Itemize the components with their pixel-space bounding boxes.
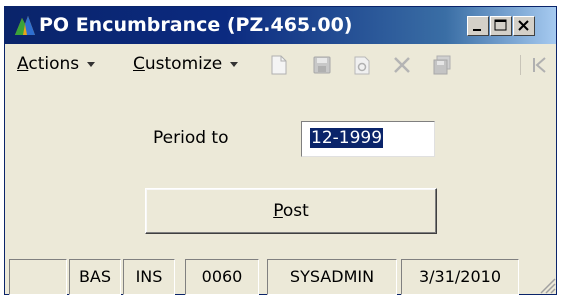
save-icon[interactable] xyxy=(312,54,332,76)
status-field-bas: BAS xyxy=(69,259,121,295)
customize-menu-mnemonic: C xyxy=(133,54,145,74)
status-field-ins: INS xyxy=(123,259,175,295)
customize-menu[interactable]: Customize xyxy=(133,53,239,75)
maximize-button[interactable] xyxy=(490,16,512,36)
toolbar-divider xyxy=(520,55,521,75)
actions-menu-label: ctions xyxy=(28,54,80,74)
period-to-input[interactable]: 12-1999 xyxy=(301,121,435,157)
actions-menu-mnemonic: A xyxy=(17,54,29,74)
post-button-mnemonic: P xyxy=(273,201,283,221)
status-field-date: 3/31/2010 xyxy=(401,259,519,295)
app-logo-icon xyxy=(15,16,35,35)
status-field-empty xyxy=(9,259,67,295)
maximize-icon xyxy=(494,19,507,31)
post-button[interactable]: Post xyxy=(145,188,437,234)
period-to-value: 12-1999 xyxy=(310,128,384,148)
close-icon xyxy=(518,20,529,31)
status-field-user: SYSADMIN xyxy=(267,259,397,295)
po-encumbrance-window: PO Encumbrance (PZ.465.00) Actions Custo… xyxy=(4,6,557,295)
toolbar: Actions Customize xyxy=(5,45,556,83)
save-all-icon[interactable] xyxy=(432,54,452,76)
close-button[interactable] xyxy=(513,16,535,36)
chevron-down-icon xyxy=(230,61,239,67)
period-to-label: Period to xyxy=(153,128,229,148)
post-button-label: ost xyxy=(282,201,309,221)
delete-icon[interactable] xyxy=(392,54,412,76)
resize-grip-icon[interactable] xyxy=(537,275,557,295)
title-bar[interactable]: PO Encumbrance (PZ.465.00) xyxy=(5,7,556,44)
actions-menu[interactable]: Actions xyxy=(17,53,96,75)
minimize-icon xyxy=(473,29,481,31)
chevron-down-icon xyxy=(87,61,96,67)
status-field-code: 0060 xyxy=(185,259,259,295)
refresh-icon[interactable] xyxy=(352,54,372,76)
first-record-icon[interactable] xyxy=(529,54,549,76)
new-document-icon[interactable] xyxy=(269,54,289,76)
minimize-button[interactable] xyxy=(467,16,489,36)
window-title: PO Encumbrance (PZ.465.00) xyxy=(39,14,353,36)
customize-menu-label: ustomize xyxy=(144,54,223,74)
